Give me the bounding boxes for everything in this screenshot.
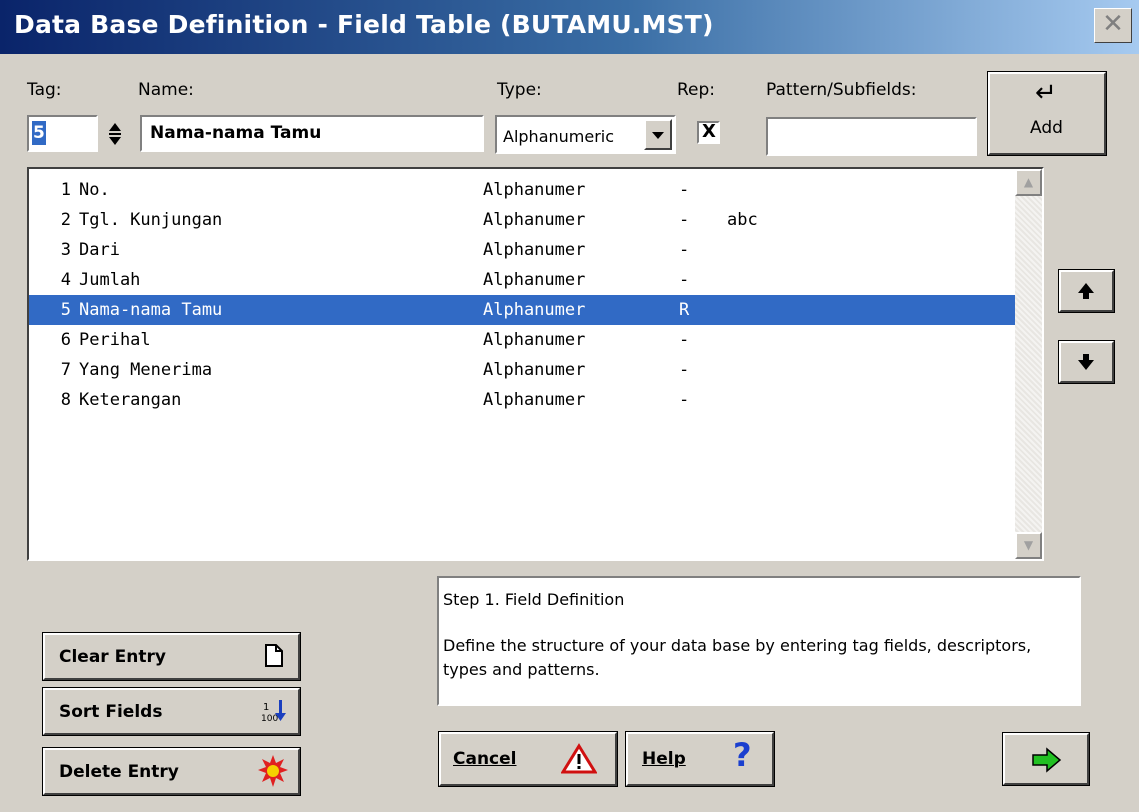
cell-rep: - bbox=[679, 210, 690, 230]
table-row[interactable]: 4 Jumlah Alphanumer - bbox=[29, 265, 1017, 295]
cell-type: Alphanumer bbox=[483, 180, 586, 200]
new-page-icon bbox=[265, 644, 283, 667]
rep-label: Rep: bbox=[677, 80, 716, 100]
tag-input[interactable]: 5 bbox=[27, 115, 98, 152]
cell-num: 8 bbox=[60, 390, 71, 410]
svg-text:100: 100 bbox=[261, 714, 278, 724]
close-icon: ✕ bbox=[1102, 9, 1124, 39]
spinner-arrows-icon bbox=[109, 123, 121, 145]
cell-name: Yang Menerima bbox=[79, 360, 213, 380]
cell-name: Tgl. Kunjungan bbox=[79, 210, 223, 230]
pattern-label: Pattern/Subfields: bbox=[766, 80, 917, 100]
arrow-down-icon bbox=[1078, 354, 1094, 370]
pattern-input[interactable] bbox=[766, 117, 977, 156]
arrow-right-icon bbox=[1032, 747, 1062, 773]
scroll-up-button[interactable]: ▲ bbox=[1015, 169, 1042, 196]
cell-name: Jumlah bbox=[79, 270, 141, 290]
scroll-down-button[interactable]: ▼ bbox=[1015, 532, 1042, 559]
check-icon: X bbox=[702, 121, 716, 142]
name-input[interactable]: Nama-nama Tamu bbox=[140, 115, 484, 152]
name-label: Name: bbox=[138, 80, 194, 100]
tag-spinner[interactable] bbox=[104, 118, 126, 150]
help-label: Help bbox=[642, 749, 686, 769]
add-button[interactable]: ↵ Add bbox=[987, 71, 1107, 156]
type-label: Type: bbox=[497, 80, 542, 100]
chevron-down-icon bbox=[652, 132, 664, 139]
cancel-label: Cancel bbox=[453, 749, 517, 769]
enter-icon: ↵ bbox=[1035, 78, 1057, 108]
explosion-icon bbox=[258, 755, 288, 787]
cell-rep: - bbox=[679, 180, 690, 200]
sort-fields-button[interactable]: Sort Fields 1 100 bbox=[42, 687, 301, 736]
cell-pattern: abc bbox=[727, 210, 758, 230]
arrow-up-icon bbox=[1078, 283, 1094, 299]
move-up-button[interactable] bbox=[1058, 269, 1115, 313]
sort-fields-label: Sort Fields bbox=[59, 702, 163, 722]
cell-num: 4 bbox=[60, 270, 71, 290]
step-title: Step 1. Field Definition bbox=[443, 590, 625, 609]
rep-checkbox[interactable]: X bbox=[697, 121, 720, 144]
tag-input-value: 5 bbox=[32, 121, 46, 145]
cell-rep: - bbox=[679, 390, 690, 410]
cell-name: Perihal bbox=[79, 330, 151, 350]
svg-text:1: 1 bbox=[263, 702, 269, 713]
sort-icon: 1 100 bbox=[261, 700, 286, 724]
move-down-button[interactable] bbox=[1058, 340, 1115, 384]
cancel-button[interactable]: Cancel bbox=[438, 731, 618, 787]
cell-type: Alphanumer bbox=[483, 330, 586, 350]
type-dropdown-button[interactable] bbox=[644, 119, 672, 150]
cell-num: 6 bbox=[60, 330, 71, 350]
next-button[interactable] bbox=[1002, 732, 1090, 786]
step-description: Step 1. Field Definition Define the stru… bbox=[437, 576, 1081, 706]
vertical-scrollbar[interactable]: ▲ ▼ bbox=[1015, 169, 1042, 559]
table-row[interactable]: 8 Keterangan Alphanumer - bbox=[29, 385, 1017, 415]
table-row[interactable]: 7 Yang Menerima Alphanumer - bbox=[29, 355, 1017, 385]
cell-rep: - bbox=[679, 270, 690, 290]
table-row[interactable]: 6 Perihal Alphanumer - bbox=[29, 325, 1017, 355]
cell-num: 5 bbox=[60, 300, 71, 320]
cell-num: 1 bbox=[60, 180, 71, 200]
cell-type: Alphanumer bbox=[483, 270, 586, 290]
tag-label: Tag: bbox=[27, 80, 62, 100]
clear-entry-button[interactable]: Clear Entry bbox=[42, 632, 301, 681]
cell-type: Alphanumer bbox=[483, 360, 586, 380]
clear-entry-label: Clear Entry bbox=[59, 647, 166, 667]
cell-name: Nama-nama Tamu bbox=[79, 300, 223, 320]
delete-entry-label: Delete Entry bbox=[59, 762, 179, 782]
cell-type: Alphanumer bbox=[483, 300, 586, 320]
window-title: Data Base Definition - Field Table (BUTA… bbox=[14, 10, 714, 39]
warning-icon bbox=[561, 743, 597, 774]
delete-entry-button[interactable]: Delete Entry bbox=[42, 747, 301, 796]
add-button-label: Add bbox=[1030, 118, 1063, 138]
field-table[interactable]: 1 No. Alphanumer - 2 Tgl. Kunjungan Alphanumer… bbox=[27, 167, 1044, 561]
cell-type: Alphanumer bbox=[483, 390, 586, 410]
cell-name: Dari bbox=[79, 240, 120, 260]
table-row[interactable]: 2 Tgl. Kunjungan Alphanumer - abc bbox=[29, 205, 1017, 235]
step-text: Define the structure of your data base b… bbox=[443, 636, 1032, 679]
cell-rep: - bbox=[679, 330, 690, 350]
cell-num: 3 bbox=[60, 240, 71, 260]
cell-num: 7 bbox=[60, 360, 71, 380]
cell-type: Alphanumer bbox=[483, 240, 586, 260]
table-row[interactable]: 1 No. Alphanumer - bbox=[29, 175, 1017, 205]
cell-name: No. bbox=[79, 180, 110, 200]
table-row[interactable]: 5 Nama-nama Tamu Alphanumer R bbox=[29, 295, 1017, 325]
title-bar: Data Base Definition - Field Table (BUTA… bbox=[0, 0, 1139, 70]
cell-type: Alphanumer bbox=[483, 210, 586, 230]
question-icon: ? bbox=[733, 736, 752, 774]
name-input-value: Nama-nama Tamu bbox=[150, 123, 322, 143]
cell-rep: - bbox=[679, 360, 690, 380]
cell-num: 2 bbox=[60, 210, 71, 230]
close-button[interactable]: ✕ bbox=[1094, 8, 1132, 43]
type-select[interactable]: Alphanumeric bbox=[495, 115, 676, 154]
cell-rep: - bbox=[679, 240, 690, 260]
cell-rep: R bbox=[679, 300, 690, 320]
cell-name: Keterangan bbox=[79, 390, 182, 410]
type-select-value: Alphanumeric bbox=[503, 127, 615, 146]
help-button[interactable]: Help ? bbox=[625, 731, 775, 787]
table-row[interactable]: 3 Dari Alphanumer - bbox=[29, 235, 1017, 265]
